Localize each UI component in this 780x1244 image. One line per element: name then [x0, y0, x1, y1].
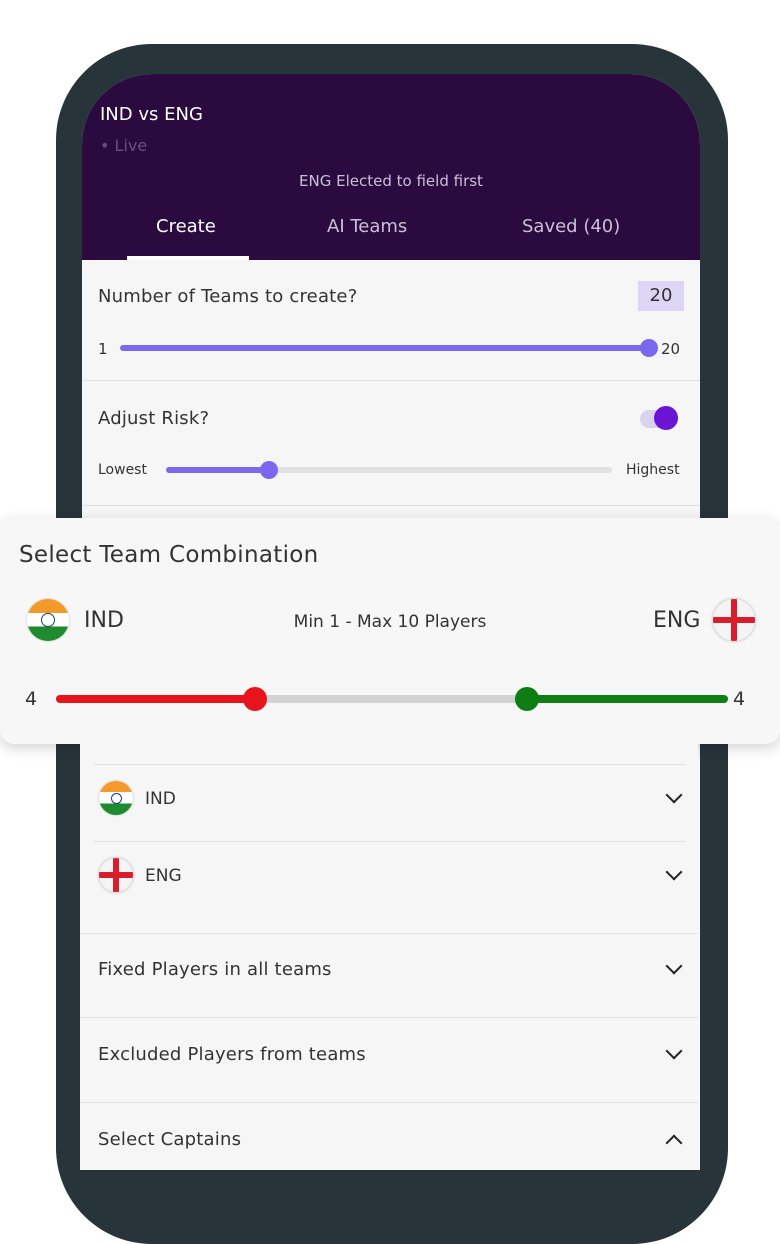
risk-low-label: Lowest [98, 462, 147, 478]
england-flag-icon [713, 599, 755, 641]
teams-count-min: 1 [98, 340, 108, 358]
combination-left-thumb[interactable] [243, 687, 267, 711]
excluded-players-section[interactable]: Excluded Players from teams [80, 1018, 698, 1102]
fixed-players-section[interactable]: Fixed Players in all teams [80, 934, 698, 1017]
match-header: IND vs ENG • Live ENG Elected to field f… [82, 74, 700, 260]
teams-count-max: 20 [661, 340, 681, 358]
england-flag-icon [99, 858, 133, 892]
divider [82, 505, 700, 506]
team-combination-card: Select Team Combination IND Min 1 - Max … [0, 518, 780, 744]
risk-slider-thumb[interactable] [260, 461, 278, 479]
options-list: IND ENG Fixed Players in all teams Exclu… [80, 744, 698, 1170]
team-row-label: ENG [145, 866, 182, 886]
team-right-name: ENG [653, 608, 701, 633]
tab-create[interactable]: Create [156, 216, 216, 237]
chevron-down-icon[interactable] [665, 1042, 683, 1060]
right-count: 4 [733, 688, 746, 710]
chevron-down-icon[interactable] [665, 786, 683, 804]
excluded-players-label: Excluded Players from teams [98, 1044, 366, 1065]
risk-toggle-knob[interactable] [654, 406, 678, 430]
select-captains-section[interactable]: Select Captains [80, 1103, 698, 1170]
tab-saved[interactable]: Saved (40) [522, 216, 620, 237]
active-tab-indicator [127, 256, 249, 260]
match-title: IND vs ENG [100, 104, 203, 125]
teams-count-slider-thumb[interactable] [640, 339, 658, 357]
team-row-label: IND [145, 789, 176, 809]
left-count: 4 [25, 688, 38, 710]
risk-high-label: Highest [626, 462, 680, 478]
chevron-down-icon[interactable] [665, 863, 683, 881]
risk-label: Adjust Risk? [98, 408, 210, 429]
tab-ai-teams[interactable]: AI Teams [327, 216, 407, 237]
risk-slider-fill [166, 467, 270, 473]
teams-count-value[interactable]: 20 [638, 281, 684, 311]
chevron-up-icon[interactable] [665, 1134, 683, 1152]
toss-info: ENG Elected to field first [299, 172, 483, 190]
team-row-ind[interactable]: IND [80, 765, 698, 841]
select-captains-label: Select Captains [98, 1129, 242, 1150]
india-flag-icon [99, 781, 133, 815]
team-row-eng[interactable]: ENG [80, 842, 698, 932]
fixed-players-label: Fixed Players in all teams [98, 959, 332, 980]
teams-count-slider[interactable] [120, 345, 650, 351]
divider [82, 380, 700, 381]
combination-right-fill [527, 695, 728, 703]
teams-count-label: Number of Teams to create? [98, 286, 358, 307]
match-status: • Live [100, 136, 148, 155]
combination-title: Select Team Combination [19, 542, 319, 568]
combination-right-thumb[interactable] [515, 687, 539, 711]
chevron-down-icon[interactable] [665, 957, 683, 975]
combination-left-fill [56, 695, 256, 703]
